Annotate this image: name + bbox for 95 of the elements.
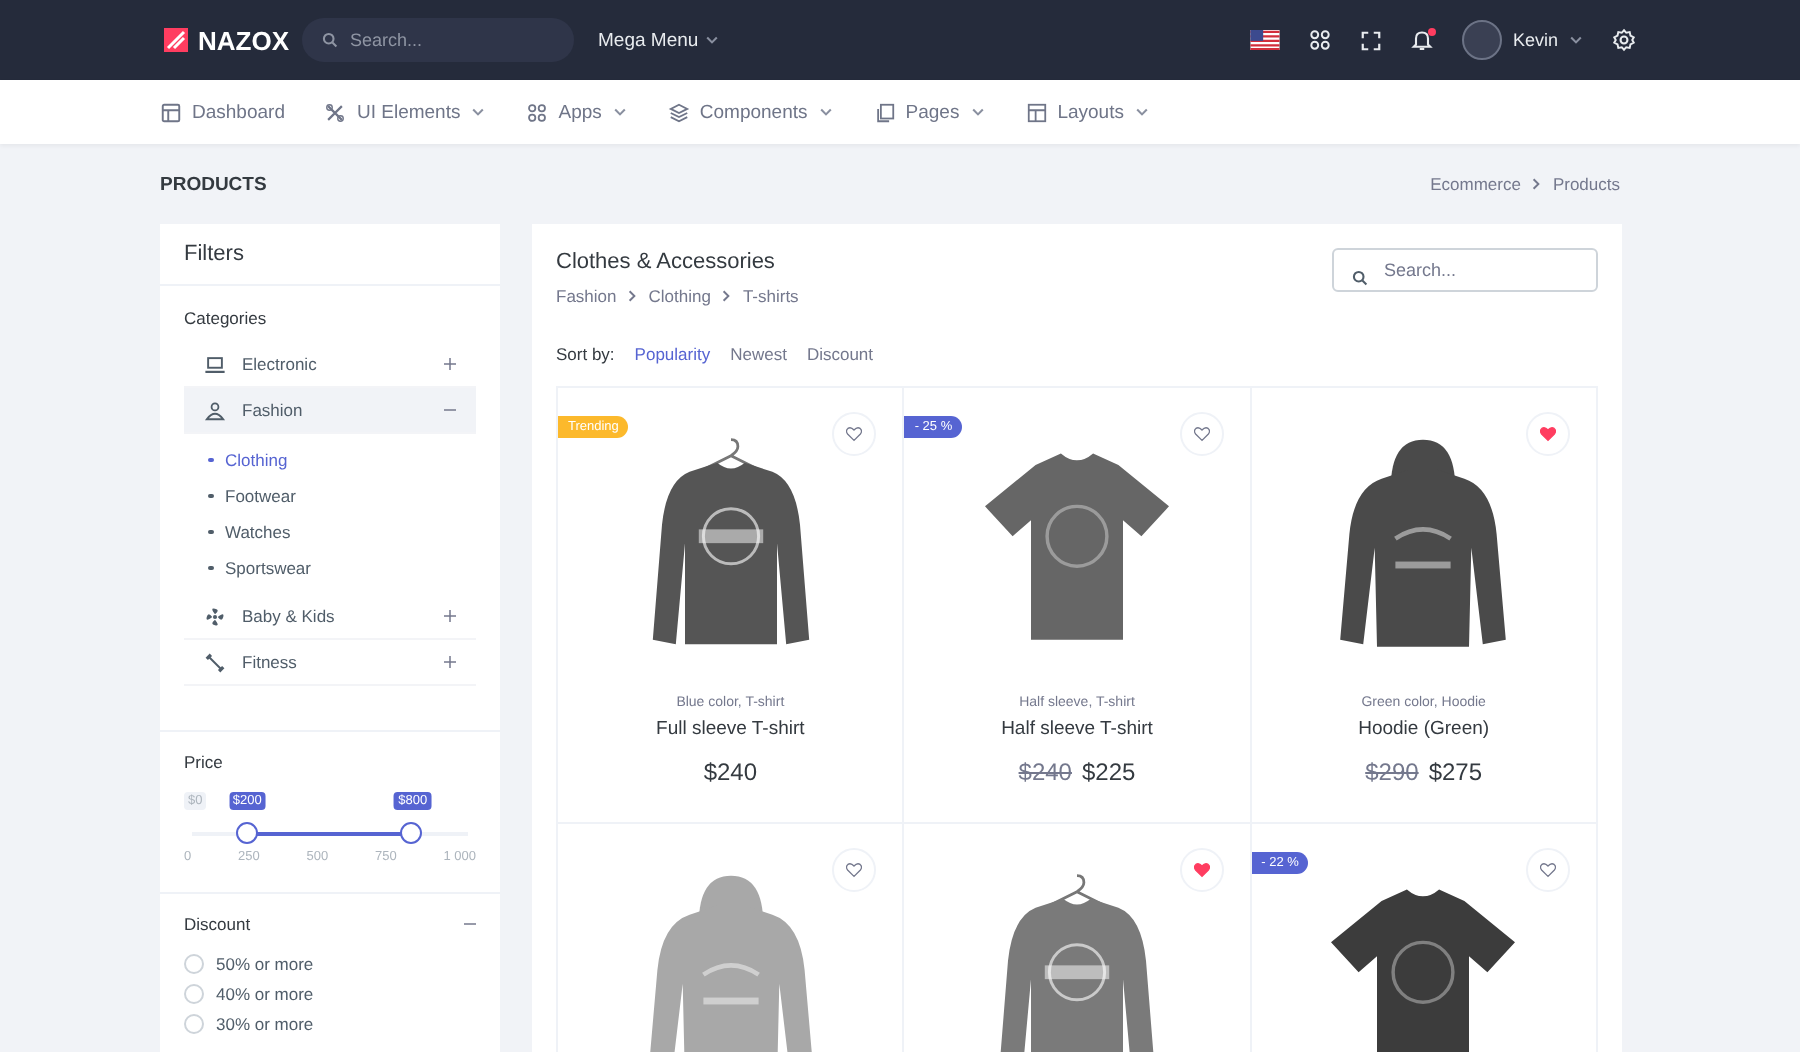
favorite-button[interactable] xyxy=(832,412,877,456)
fullscreen-icon[interactable] xyxy=(1360,29,1383,51)
grid-icon[interactable] xyxy=(1308,28,1333,52)
notification-bell-icon[interactable] xyxy=(1410,28,1435,52)
layers-icon xyxy=(667,101,690,123)
laptop-icon xyxy=(204,353,226,375)
caret-icon xyxy=(817,104,834,120)
category-item[interactable]: Fitness xyxy=(184,640,476,686)
person-icon xyxy=(204,399,226,421)
nav-menu-item[interactable]: Apps xyxy=(526,101,628,123)
search-field[interactable]: Search... xyxy=(302,18,574,62)
search-field[interactable]: Search... xyxy=(1332,248,1598,292)
option-label: 30% or more xyxy=(216,1014,314,1034)
nav-menu-item[interactable]: Layouts xyxy=(1025,101,1150,123)
option-label: 40% or more xyxy=(216,984,314,1004)
breadcrumb-item: Products xyxy=(1552,174,1620,194)
caret-icon xyxy=(470,104,487,120)
plus-icon xyxy=(444,656,456,668)
logo-text: NAZOX xyxy=(198,25,289,55)
slider-handle[interactable] xyxy=(235,822,258,844)
sort-label: Sort by: xyxy=(556,344,615,364)
radio-button[interactable] xyxy=(184,954,204,974)
product-name[interactable]: Half sleeve T-shirt xyxy=(1001,718,1153,740)
section-label: Price xyxy=(184,752,225,772)
heart-icon xyxy=(1539,426,1556,442)
dashboard-icon xyxy=(160,101,182,123)
subcategory-link[interactable]: Clothing xyxy=(208,442,288,478)
chevron-right-icon xyxy=(1528,176,1545,192)
pages-icon xyxy=(873,101,896,123)
minus-icon xyxy=(444,404,456,416)
caret-icon xyxy=(1133,104,1150,120)
product-price: $225 xyxy=(1081,758,1136,786)
favorite-button[interactable] xyxy=(1179,412,1224,456)
heart-icon xyxy=(1539,862,1556,878)
nav-menu-item[interactable]: Pages xyxy=(873,101,986,123)
minus-icon[interactable] xyxy=(464,918,476,930)
favorite-button[interactable] xyxy=(1179,848,1224,892)
heart-icon xyxy=(1193,426,1210,442)
search-icon xyxy=(322,32,338,48)
product-name[interactable]: Full sleeve T-shirt xyxy=(656,718,805,740)
product-price: $275 xyxy=(1428,758,1483,786)
flag-icon[interactable] xyxy=(1250,30,1281,50)
sort-option[interactable]: Popularity xyxy=(634,344,711,364)
heart-icon xyxy=(846,862,863,878)
plus-icon xyxy=(444,358,456,370)
radio-button[interactable] xyxy=(184,984,204,1004)
favorite-button[interactable] xyxy=(1525,412,1570,456)
caret-icon xyxy=(611,104,628,120)
tools-icon xyxy=(324,101,347,123)
mega-menu-button[interactable]: Mega Menu xyxy=(598,29,721,51)
apps-icon xyxy=(526,101,549,123)
favorite-button[interactable] xyxy=(832,848,877,892)
catalog-title: Clothes & Accessories xyxy=(556,250,777,274)
radio-button[interactable] xyxy=(184,1014,204,1034)
subcategory-link[interactable]: Sportswear xyxy=(208,550,311,586)
dumbbell-icon xyxy=(204,651,226,673)
section-label: Discount xyxy=(184,914,251,934)
avatar-icon xyxy=(1462,20,1503,60)
settings-icon[interactable] xyxy=(1612,28,1636,52)
breadcrumb-item[interactable]: Clothing xyxy=(648,286,711,306)
chevron-right-icon xyxy=(718,288,735,304)
sort-option[interactable]: Newest xyxy=(730,344,787,364)
section-label: Categories xyxy=(184,308,269,328)
subcategory-link[interactable]: Watches xyxy=(208,514,291,550)
favorite-button[interactable] xyxy=(1525,848,1570,892)
nav-menu-item[interactable]: Dashboard xyxy=(160,101,285,123)
filters-title: Filters xyxy=(160,224,500,286)
breadcrumb-item[interactable]: T-shirts xyxy=(742,286,799,306)
product-name[interactable]: Hoodie (Green) xyxy=(1358,718,1490,740)
breadcrumb-item[interactable]: Fashion xyxy=(556,286,617,306)
caret-icon xyxy=(704,32,721,48)
slider-handle[interactable] xyxy=(400,822,423,844)
category-item[interactable]: Baby & Kids xyxy=(184,594,476,640)
option-label: 50% or more xyxy=(216,954,314,974)
layout-icon xyxy=(1025,101,1048,123)
old-price: $290 xyxy=(1365,758,1419,786)
heart-icon xyxy=(1193,862,1210,878)
subcategory-link[interactable]: Footwear xyxy=(208,478,296,514)
chevron-right-icon xyxy=(624,288,641,304)
page-title: PRODUCTS xyxy=(160,173,267,195)
logo-icon xyxy=(164,28,188,52)
breadcrumb-item[interactable]: Ecommerce xyxy=(1430,174,1521,194)
search-icon xyxy=(1352,269,1368,285)
sort-option[interactable]: Discount xyxy=(806,344,874,364)
product-price: $240 xyxy=(703,758,758,786)
caret-icon xyxy=(1568,32,1584,48)
plus-icon xyxy=(444,610,456,622)
nav-menu-item[interactable]: UI Elements xyxy=(324,101,487,123)
old-price: $240 xyxy=(1018,758,1072,786)
heart-icon xyxy=(846,426,863,442)
caret-icon xyxy=(969,104,986,120)
fan-icon xyxy=(204,605,226,627)
user-menu-button[interactable]: Kevin xyxy=(1462,20,1584,60)
category-item[interactable]: Fashion xyxy=(184,388,476,434)
nav-menu-item[interactable]: Components xyxy=(667,101,834,123)
